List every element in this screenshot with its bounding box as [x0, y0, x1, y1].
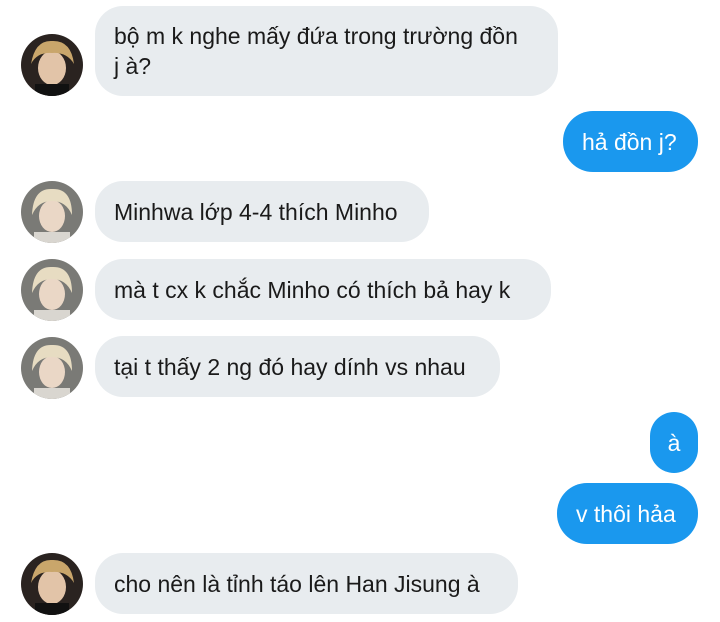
- avatar-blonde-hair-icon[interactable]: [21, 337, 83, 399]
- message-bubble-outgoing[interactable]: v thôi hảa: [557, 483, 698, 544]
- avatar-dark-hair-icon[interactable]: [21, 553, 83, 615]
- message-bubble-incoming[interactable]: bộ m k nghe mấy đứa trong trường đồn j à…: [95, 6, 558, 96]
- message-bubble-incoming[interactable]: cho nên là tỉnh táo lên Han Jisung à: [95, 553, 518, 614]
- message-bubble-incoming[interactable]: mà t cx k chắc Minho có thích bả hay k: [95, 259, 551, 320]
- avatar-dark-hair-icon[interactable]: [21, 34, 83, 96]
- message-bubble-outgoing[interactable]: à: [650, 412, 698, 473]
- message-bubble-incoming[interactable]: tại t thấy 2 ng đó hay dính vs nhau: [95, 336, 500, 397]
- message-bubble-incoming[interactable]: Minhwa lớp 4-4 thích Minho: [95, 181, 429, 242]
- avatar-blonde-hair-icon[interactable]: [21, 259, 83, 321]
- message-bubble-outgoing[interactable]: hả đồn j?: [563, 111, 698, 172]
- avatar-blonde-hair-icon[interactable]: [21, 181, 83, 243]
